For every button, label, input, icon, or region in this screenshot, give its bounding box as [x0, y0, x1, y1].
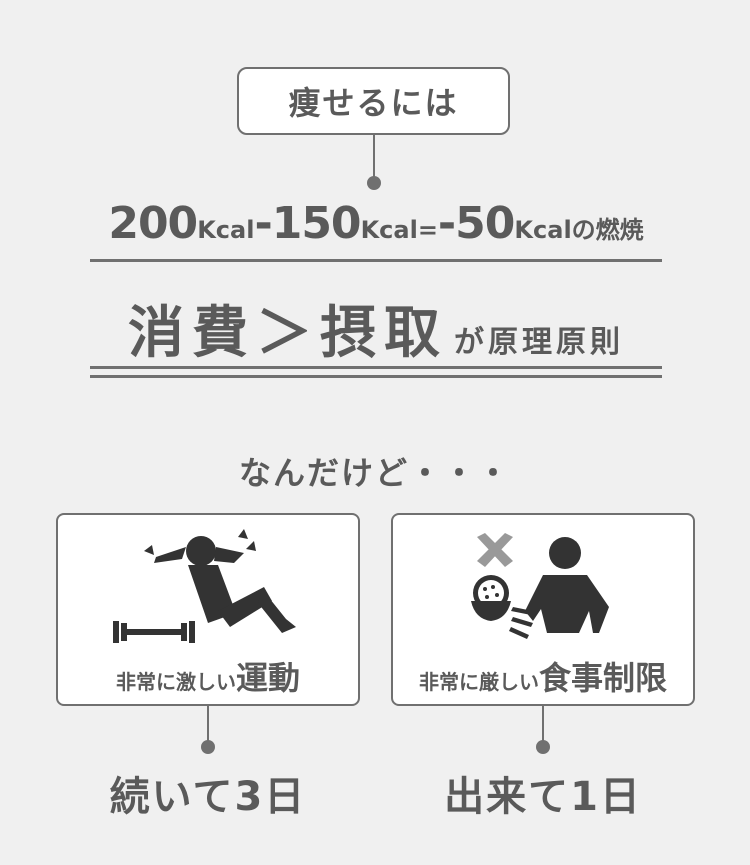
diet-restriction-icon — [471, 533, 609, 639]
formula-unit-1: Kcal — [197, 216, 255, 244]
formula-value-3: -50 — [437, 198, 515, 249]
formula-value-2: 150 — [271, 198, 362, 249]
formula-value-1: 200 — [108, 198, 198, 249]
exercise-situp-icon — [113, 529, 296, 643]
exercise-card: 非常に激しい運動 — [56, 513, 360, 706]
formula-equals: = — [417, 216, 438, 244]
diet-label-small: 非常に厳しい — [418, 670, 539, 694]
diet-label-large: 食事制限 — [538, 659, 667, 697]
right-connector-dot — [536, 740, 550, 754]
but-text: なんだけど・・・ — [238, 454, 511, 492]
diet-card-label: 非常に厳しい食事制限 — [393, 653, 693, 699]
exercise-card-label: 非常に激しい運動 — [58, 653, 358, 699]
formula-tail: の燃焼 — [571, 216, 644, 244]
top-label-box: 痩せるには — [237, 67, 510, 135]
left-connector-dot — [201, 740, 215, 754]
principle-line: 消費＞摂取 が原理原則 — [90, 288, 662, 366]
exercise-label-large: 運動 — [235, 659, 300, 697]
formula-unit-2: Kcal — [360, 216, 418, 244]
diet-card: 非常に厳しい食事制限 — [391, 513, 695, 706]
top-label: 痩せるには — [288, 84, 459, 122]
formula-minus: - — [254, 198, 272, 249]
calorie-formula: 200 Kcal - 150 Kcal = -50 Kcal の燃焼 — [90, 198, 662, 258]
principle-tail: が原理原則 — [454, 325, 624, 360]
exercise-label-small: 非常に激しい — [115, 670, 236, 694]
exercise-result: 続いて3日 — [109, 774, 307, 820]
formula-underline — [90, 259, 662, 262]
principle-underline-top — [90, 366, 662, 369]
top-connector-dot — [367, 176, 381, 190]
formula-unit-3: Kcal — [514, 216, 572, 244]
principle-underline-bottom — [90, 375, 662, 378]
principle-main: 消費＞摂取 — [128, 301, 448, 366]
diet-result: 出来て1日 — [444, 774, 642, 820]
